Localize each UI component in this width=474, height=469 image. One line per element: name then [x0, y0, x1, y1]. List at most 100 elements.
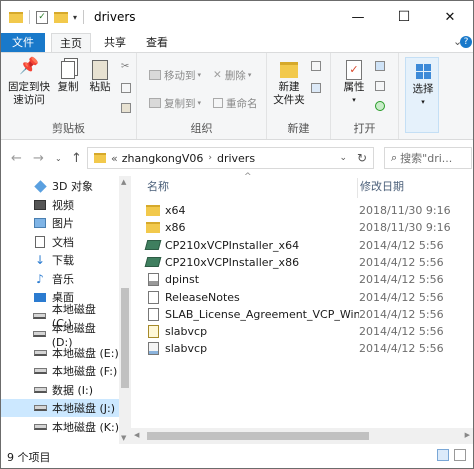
properties-button[interactable]: ✓ 属性 ▾	[337, 59, 371, 107]
open-group: ✓ 属性 ▾ 打开	[331, 53, 399, 139]
file-row[interactable]: CP210xVCPInstaller_x64 2014/4/12 5:56	[144, 237, 473, 254]
documents-icon	[32, 235, 48, 249]
new-folder-qat-icon[interactable]	[54, 11, 68, 23]
security-catalog-icon	[145, 325, 161, 339]
nav-item-10[interactable]: 本地磁盘 (F:)	[1, 362, 119, 380]
column-header-modified[interactable]: 修改日期	[357, 178, 404, 198]
clipboard-group: 📌 固定到快 速访问 复制 粘贴 ✂ 剪贴板	[1, 53, 137, 139]
ribbon: 📌 固定到快 速访问 复制 粘贴 ✂ 剪贴板 移动到 ▾ 复制到 ▾ ✕ 删除 …	[1, 52, 473, 140]
paste-button[interactable]: 粘贴	[85, 59, 115, 94]
nav-item-8[interactable]: 本地磁盘 (D:)	[1, 322, 119, 349]
nav-item-4[interactable]: ↓ 下载	[1, 251, 119, 269]
select-grid-icon	[415, 64, 431, 79]
nav-item-5[interactable]: ♪ 音乐	[1, 270, 119, 288]
nav-item-3[interactable]: 文档	[1, 233, 119, 251]
copy-to-button[interactable]: 复制到 ▾	[149, 95, 201, 111]
recent-dropdown-icon[interactable]: ⌄	[55, 154, 62, 163]
easy-access-icon[interactable]	[311, 83, 321, 93]
pictures-icon	[32, 216, 48, 230]
pin-to-quick-access-button[interactable]: 📌 固定到快 速访问	[7, 56, 51, 107]
nav-item-2[interactable]: 图片	[1, 214, 119, 232]
details-view-icon[interactable]	[437, 449, 449, 461]
up-arrow-icon[interactable]: ↑	[71, 151, 82, 166]
file-row[interactable]: slabvcp 2014/4/12 5:56	[145, 323, 473, 340]
address-box[interactable]: « zhangkongV06 › drivers ⌄ ↻	[87, 147, 374, 169]
3d-objects-icon	[32, 179, 48, 193]
drive-icon	[32, 401, 48, 415]
nav-scroll-up-icon[interactable]: ▲	[121, 178, 126, 186]
address-dropdown-icon[interactable]: ⌄	[339, 153, 347, 163]
back-arrow-icon[interactable]: ←	[11, 151, 22, 166]
history-icon[interactable]	[375, 101, 385, 111]
nav-item-label: 本地磁盘 (K:)	[52, 420, 119, 434]
tab-view[interactable]: 查看	[139, 33, 175, 52]
move-to-button[interactable]: 移动到 ▾	[149, 67, 201, 83]
copy-path-icon[interactable]	[121, 83, 131, 93]
qat-dropdown-icon[interactable]: ▾	[73, 13, 77, 22]
nav-item-13[interactable]: 本地磁盘 (K:)	[1, 418, 119, 436]
file-row[interactable]: x64 2018/11/30 9:16	[145, 202, 473, 219]
minimize-button[interactable]: —	[335, 1, 381, 33]
search-box[interactable]: ⌕ 搜索"dri...	[384, 147, 472, 169]
select-group: 选择 ▾	[405, 57, 439, 133]
edit-icon[interactable]	[375, 81, 385, 91]
select-button[interactable]: 选择 ▾	[408, 62, 438, 109]
tab-home[interactable]: 主页	[51, 33, 91, 52]
new-item-icon[interactable]	[311, 61, 321, 71]
refresh-icon[interactable]: ↻	[357, 151, 367, 165]
breadcrumb-zhangkong[interactable]: zhangkongV06	[122, 152, 204, 165]
breadcrumb-separator-icon: ›	[208, 153, 212, 163]
nav-item-0[interactable]: 3D 对象	[1, 177, 119, 195]
nav-item-label: 视频	[52, 198, 74, 212]
properties-check-icon[interactable]: ✓	[36, 10, 48, 24]
nav-item-12[interactable]: 本地磁盘 (J:)	[1, 399, 119, 417]
nav-item-label: 下载	[52, 254, 74, 267]
breadcrumb-drivers[interactable]: drivers	[217, 152, 255, 165]
forward-arrow-icon[interactable]: →	[33, 151, 44, 166]
file-row[interactable]: CP210xVCPInstaller_x86 2014/4/12 5:56	[144, 254, 473, 271]
delete-button[interactable]: ✕ 删除 ▾	[213, 67, 251, 83]
file-name: dpinst	[165, 273, 200, 287]
large-icons-view-icon[interactable]	[454, 449, 466, 461]
new-group: 新建 文件夹 新建	[267, 53, 331, 139]
horizontal-scrollbar[interactable]: ◀ ▶	[131, 428, 473, 444]
column-header-name[interactable]: 名称	[147, 178, 169, 198]
copy-label: 复制	[57, 81, 79, 93]
drive-icon	[32, 383, 48, 397]
nav-item-1[interactable]: 视频	[1, 196, 119, 214]
tab-share[interactable]: 共享	[97, 33, 133, 52]
drive-icon	[32, 346, 48, 360]
copy-button[interactable]: 复制	[53, 59, 83, 94]
folder-icon	[145, 221, 161, 235]
nav-scroll-thumb[interactable]	[121, 288, 129, 388]
installer-icon	[144, 255, 162, 269]
file-row[interactable]: x86 2018/11/30 9:16	[145, 219, 473, 236]
move-to-icon	[149, 70, 161, 80]
maximize-button[interactable]: ☐	[381, 1, 427, 33]
help-icon[interactable]: ?	[460, 36, 472, 48]
close-button[interactable]: ✕	[427, 1, 473, 33]
path-overflow[interactable]: «	[111, 152, 118, 165]
nav-item-9[interactable]: 本地磁盘 (E:)	[1, 344, 119, 362]
move-to-label: 移动到	[164, 69, 196, 82]
new-folder-button[interactable]: 新建 文件夹	[271, 59, 307, 107]
file-row[interactable]: dpinst 2014/4/12 5:56	[145, 271, 473, 288]
file-row[interactable]: SLAB_License_Agreement_VCP_Windo...2014/…	[145, 306, 473, 323]
file-row[interactable]: slabvcp 2014/4/12 5:56	[145, 340, 473, 357]
tab-file[interactable]: 文件	[1, 33, 45, 52]
navigation-pane: 3D 对象 视频 图片 文档 ↓ 下载 ♪ 音乐 桌面 本地磁盘 (C:) 本地磁盘 (D:) 本地磁…	[1, 176, 131, 444]
paste-shortcut-icon[interactable]	[121, 103, 131, 113]
cut-icon[interactable]: ✂	[121, 61, 129, 72]
nav-scroll-down-icon[interactable]: ▼	[121, 434, 126, 442]
scroll-left-icon[interactable]: ◀	[134, 431, 139, 439]
file-row[interactable]: ReleaseNotes 2014/4/12 5:56	[145, 289, 473, 306]
nav-scrollbar[interactable]: ▲ ▼	[119, 176, 131, 444]
setup-info-icon	[145, 342, 161, 356]
window-title: drivers	[94, 10, 136, 24]
scroll-right-icon[interactable]: ▶	[465, 431, 470, 439]
horizontal-scroll-thumb[interactable]	[147, 432, 369, 440]
rename-button[interactable]: 重命名	[213, 95, 258, 111]
nav-item-11[interactable]: 数据 (I:)	[1, 381, 119, 399]
pin-icon: 📌	[19, 56, 39, 75]
open-icon[interactable]	[375, 61, 385, 71]
